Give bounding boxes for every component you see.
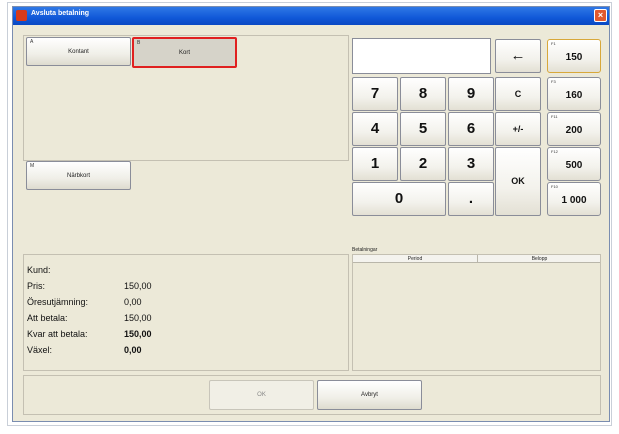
column-header-period[interactable]: Period [353,255,478,263]
quick-amount-1000-button[interactable]: F10 1 000 [547,182,601,216]
to-pay-value: 150,00 [124,313,152,323]
key-5[interactable]: 5 [400,112,446,146]
shortcut-key: A [30,39,34,45]
backspace-button[interactable]: ← [495,39,541,73]
shortcut-key: F10 [551,184,558,189]
key-9[interactable]: 9 [448,77,494,111]
quick-amount-label: 500 [565,160,583,171]
payment-cash-button[interactable]: A Kontant [26,37,131,66]
payment-local-card-label: Närbkort [66,172,90,179]
change-label: Växel: [27,345,53,355]
rounding-value: 0,00 [124,297,142,307]
rounding-label: Öresutjämning: [27,297,89,307]
shortcut-key: M [30,163,35,169]
amount-display[interactable] [352,38,491,74]
quick-amount-label: 150 [565,52,583,63]
customer-label: Kund: [27,265,51,275]
quick-amount-160-button[interactable]: F3 160 [547,77,601,111]
price-label: Pris: [27,281,45,291]
key-3[interactable]: 3 [448,147,494,181]
plus-minus-button[interactable]: +/- [495,112,541,146]
remaining-label: Kvar att betala: [27,329,88,339]
title-bar: Avsluta betalning × [13,7,609,25]
window-title: Avsluta betalning [31,10,90,17]
change-value: 0,00 [124,345,142,355]
quick-amount-label: 1 000 [561,195,587,206]
shortcut-key: F1 [551,41,556,46]
shortcut-key: B [137,40,141,46]
key-4[interactable]: 4 [352,112,398,146]
shortcut-key: F11 [551,114,558,119]
payment-cash-label: Kontant [68,48,89,55]
quick-amount-150-button[interactable]: F1 150 [547,39,601,73]
payment-dialog: Avsluta betalning × A Kontant B Kort M N… [12,6,610,422]
key-0[interactable]: 0 [352,182,446,216]
payments-title: Betalningar [352,247,378,253]
close-icon[interactable]: × [594,9,607,22]
to-pay-label: Att betala: [27,313,68,323]
payments-list[interactable]: Period Belopp [352,254,601,371]
shortcut-key: F12 [551,149,558,154]
ok-key-button[interactable]: OK [495,147,541,216]
app-icon [16,10,27,21]
remaining-value: 150,00 [124,329,152,339]
quick-amount-200-button[interactable]: F11 200 [547,112,601,146]
payment-card-button[interactable]: B Kort [132,37,237,68]
price-value: 150,00 [124,281,152,291]
payments-header: Period Belopp [353,255,600,263]
key-2[interactable]: 2 [400,147,446,181]
payment-card-label: Kort [178,49,190,56]
confirm-ok-label: OK [257,392,266,398]
cancel-label: Avbryt [361,392,378,398]
quick-amount-label: 200 [565,125,583,136]
column-header-amount[interactable]: Belopp [479,255,600,263]
confirm-ok-button[interactable]: OK [209,380,314,410]
key-1[interactable]: 1 [352,147,398,181]
key-8[interactable]: 8 [400,77,446,111]
payment-local-card-button[interactable]: M Närbkort [26,161,131,190]
clear-button[interactable]: C [495,77,541,111]
decimal-button[interactable]: . [448,182,494,216]
quick-amount-500-button[interactable]: F12 500 [547,147,601,181]
summary-panel [23,254,349,371]
quick-amount-label: 160 [565,90,583,101]
shortcut-key: F3 [551,79,556,84]
cancel-button[interactable]: Avbryt [317,380,422,410]
key-6[interactable]: 6 [448,112,494,146]
key-7[interactable]: 7 [352,77,398,111]
